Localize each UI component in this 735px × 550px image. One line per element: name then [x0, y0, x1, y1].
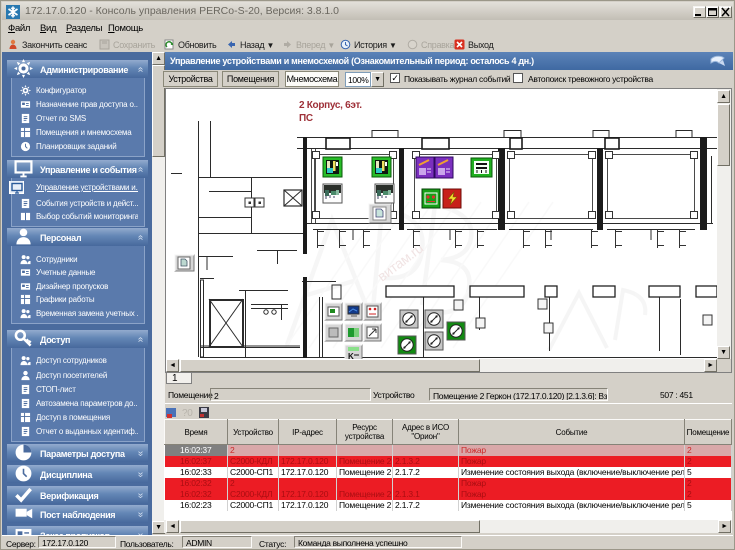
svg-text:?0: ?0 — [182, 408, 193, 419]
svg-text:2 Корпус, 6эт.: 2 Корпус, 6эт. — [299, 100, 362, 111]
svg-text:ПС: ПС — [299, 113, 313, 124]
